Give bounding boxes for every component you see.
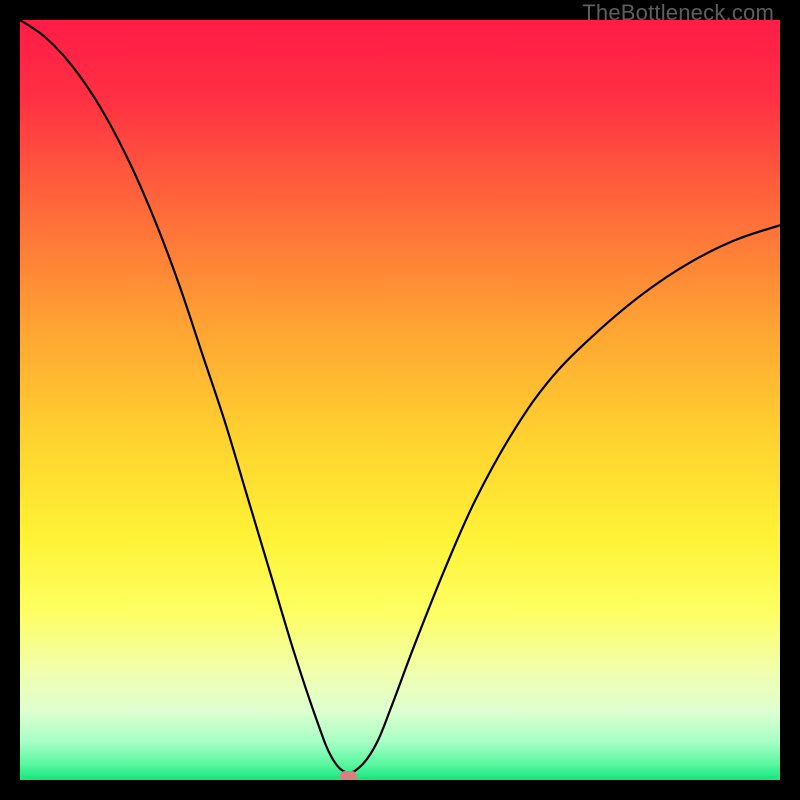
curve-path: [20, 20, 780, 773]
chart-frame: TheBottleneck.com: [0, 0, 800, 800]
watermark-text: TheBottleneck.com: [582, 0, 774, 26]
optimal-marker: [340, 771, 357, 780]
bottleneck-curve: [20, 20, 780, 780]
plot-area: [20, 20, 780, 780]
